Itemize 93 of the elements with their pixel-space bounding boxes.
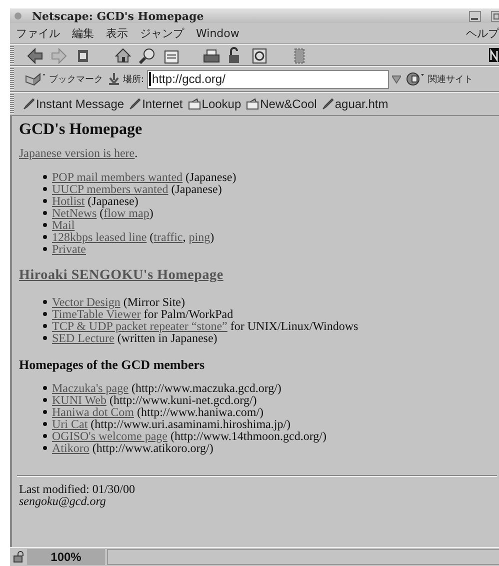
link[interactable]: POP mail members wanted <box>52 170 183 184</box>
link[interactable]: 128kbps leased line <box>52 230 147 244</box>
list-item: Vector Design (Mirror Site) <box>52 296 185 308</box>
link[interactable]: Hotlist <box>52 194 85 208</box>
page-heading: GCD's Homepage <box>19 121 144 139</box>
folder-icon <box>188 98 201 110</box>
bookmark-button[interactable]: Internet <box>127 97 185 111</box>
maximize-icon[interactable] <box>491 10 499 22</box>
bookmark-book-icon <box>25 72 47 86</box>
bullet-icon <box>43 247 47 251</box>
bullet-icon <box>43 300 47 304</box>
pen-icon <box>129 98 142 110</box>
menu-item[interactable]: ジャンプ <box>140 26 184 40</box>
menu-item[interactable]: Window <box>196 26 240 40</box>
minimize-icon[interactable] <box>469 10 481 22</box>
bullet-icon <box>43 336 47 340</box>
bullet-icon <box>43 386 47 390</box>
related-sites-button[interactable]: 関連サイト <box>404 72 476 86</box>
window-title: Netscape: GCD's Homepage <box>32 10 204 22</box>
bullet-icon <box>43 175 47 179</box>
last-modified: Last modified: 01/30/00 <box>19 483 136 495</box>
bullet-icon <box>43 446 47 450</box>
link[interactable]: Uri Cat <box>52 417 88 431</box>
search-icon[interactable] <box>138 46 156 64</box>
link[interactable]: flow map <box>104 206 150 220</box>
padlock-icon[interactable] <box>13 551 25 563</box>
pen-icon <box>23 98 35 110</box>
progress-indicator: 100% <box>27 549 105 565</box>
link[interactable]: Haniwa dot Com <box>52 405 134 419</box>
home-icon[interactable] <box>114 46 132 64</box>
bullet-icon <box>43 410 47 414</box>
link[interactable]: OGISO's welcome page <box>52 429 168 443</box>
link[interactable]: ping <box>188 230 210 244</box>
back-arrow-icon[interactable] <box>26 46 44 64</box>
bookmarks-button[interactable]: ブックマーク <box>23 72 105 86</box>
link[interactable]: Japanese version is here <box>19 146 135 160</box>
bookmark-button[interactable]: Instant Message <box>21 97 126 111</box>
list-item: TCP & UDP packet repeater “stone” for UNIX/Linux/Windows <box>52 320 358 332</box>
dropdown-arrow-icon[interactable] <box>392 74 402 84</box>
link[interactable]: UUCP members wanted <box>52 182 168 196</box>
menu-item[interactable]: 表示 <box>106 26 128 40</box>
link[interactable]: TCP & UDP packet repeater “stone” <box>52 319 228 333</box>
bullet-icon <box>43 312 47 316</box>
bullet-icon <box>43 324 47 328</box>
bullet-icon <box>43 187 47 191</box>
link[interactable]: traffic <box>154 230 183 244</box>
toolbar-grip[interactable] <box>10 46 14 64</box>
link[interactable]: KUNI Web <box>52 393 106 407</box>
url-field[interactable]: http://gcd.org/ <box>147 70 390 88</box>
list-item: TimeTable Viewer for Palm/WorkPad <box>52 308 234 320</box>
heading-link[interactable]: Hiroaki SENGOKU's Homepage <box>19 268 224 283</box>
bullet-icon <box>43 434 47 438</box>
link[interactable]: TimeTable Viewer <box>52 307 141 321</box>
link[interactable]: Private <box>52 242 86 256</box>
bullet-icon <box>43 398 47 402</box>
bullet-icon <box>43 422 47 426</box>
list-item: 128kbps leased line (traffic, ping) <box>52 231 214 243</box>
link[interactable]: Mail <box>52 218 75 232</box>
bookmark-button[interactable]: aguar.htm <box>320 97 390 111</box>
list-item: KUNI Web (http://www.kuni-net.gcd.org/) <box>52 394 257 406</box>
link[interactable]: Maczuka's page <box>52 381 128 395</box>
menu-item[interactable]: ヘルプ <box>466 26 499 40</box>
location-label: 場所: <box>123 74 144 86</box>
email-address: sengoku@gcd.org <box>19 495 107 507</box>
folder-icon <box>246 98 260 110</box>
link[interactable]: Atikoro <box>52 441 90 455</box>
list-item: NetNews (flow map) <box>52 207 154 219</box>
toolbar-grip[interactable] <box>10 68 14 90</box>
section-heading: Homepages of the GCD members <box>19 357 206 372</box>
intro-text: Japanese version is here. <box>19 147 139 160</box>
toolbar-grip[interactable] <box>10 94 14 114</box>
bullet-icon <box>43 223 47 227</box>
pen-icon <box>322 98 334 110</box>
list-item: Hotlist (Japanese) <box>52 195 138 207</box>
bookmark-button[interactable]: Lookup <box>186 97 244 111</box>
list-item: Atikoro (http://www.atikoro.org/) <box>52 442 214 454</box>
list-item: Haniwa dot Com (http://www.haniwa.com/) <box>52 406 264 418</box>
list-item: POP mail members wanted (Japanese) <box>52 171 236 183</box>
link[interactable]: Vector Design <box>52 295 120 309</box>
list-item: OGISO's welcome page (http://www.14thmoon.gcd.org/) <box>52 430 326 442</box>
list-item: SED Lecture (written in Japanese) <box>52 332 218 344</box>
menu-item[interactable]: 編集 <box>72 26 94 40</box>
list-item: Maczuka's page (http://www.maczuka.gcd.org/) <box>52 382 282 394</box>
list-item: UUCP members wanted (Japanese) <box>52 183 222 195</box>
bullet-icon <box>43 199 47 203</box>
bullet-icon <box>43 211 47 215</box>
menu-item[interactable]: ファイル <box>16 26 60 40</box>
list-item: Uri Cat (http://www.uri.asaminami.hiroshima.jp/) <box>52 418 291 430</box>
link[interactable]: NetNews <box>52 206 97 220</box>
bullet-icon <box>43 235 47 239</box>
bookmark-button[interactable]: New&Cool <box>244 97 319 111</box>
link[interactable]: SED Lecture <box>52 331 114 345</box>
throbber-logo-icon <box>489 48 499 62</box>
